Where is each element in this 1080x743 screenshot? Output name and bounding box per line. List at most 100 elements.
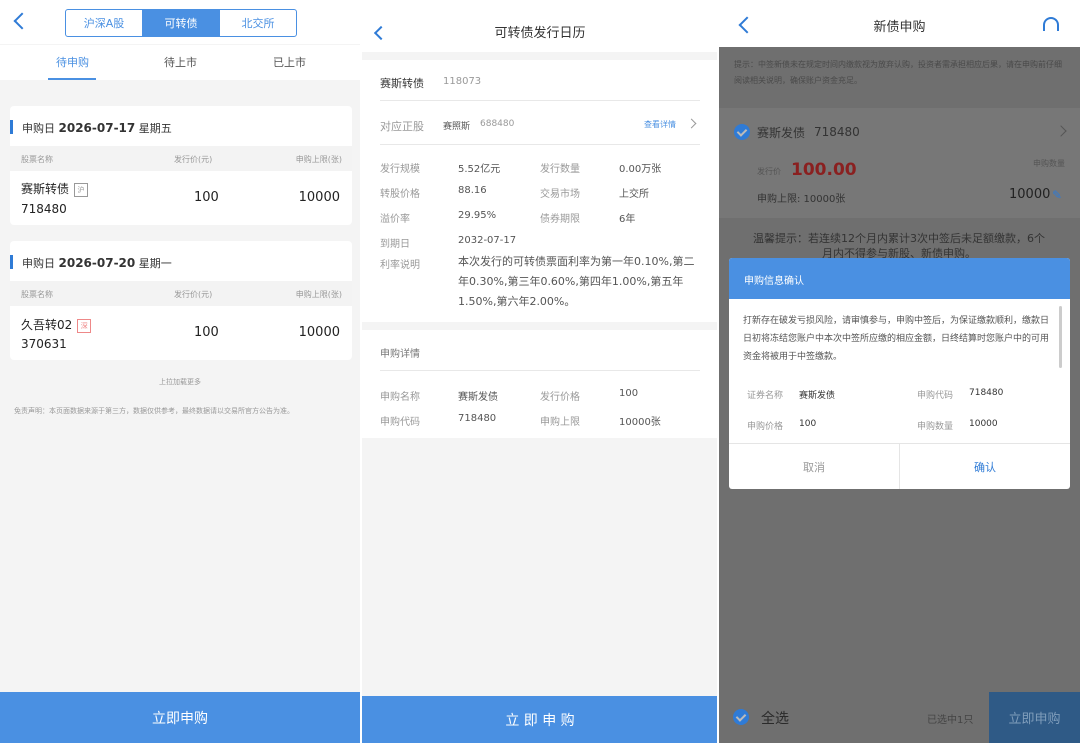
info-value: 88.16 bbox=[458, 185, 487, 196]
col-name: 股票名称 bbox=[21, 155, 53, 164]
item-code: 718480 bbox=[814, 125, 860, 139]
subscribe-limit: 申购上限: 10000张 bbox=[757, 194, 846, 205]
info-key: 申购代码 bbox=[380, 417, 420, 428]
panel-divider bbox=[717, 0, 719, 743]
select-all-label[interactable]: 全选 bbox=[761, 708, 789, 728]
column-header: 股票名称 发行价(元) 申购上限(张) bbox=[10, 146, 352, 171]
confirm-button[interactable]: 确认 bbox=[900, 444, 1070, 489]
dialog-message: 打新存在破发亏损风险，请审慎参与，申购中签后，为保证缴款顺利，缴款日日初将冻结您… bbox=[743, 316, 1050, 362]
info-key: 交易市场 bbox=[540, 189, 580, 200]
field-key: 申购代码 bbox=[917, 391, 954, 401]
subscribe-now-button[interactable]: 立即申购 bbox=[989, 692, 1080, 743]
pull-more-hint: 上拉加载更多 bbox=[159, 378, 201, 386]
warning-text: 温馨提示：若连续12个月内累计3次中签后未足额缴款，6个月内不得参与新股、新债申… bbox=[753, 232, 1045, 260]
stock-code: 688480 bbox=[480, 119, 515, 129]
edit-icon[interactable]: ✎ bbox=[1052, 189, 1064, 201]
info-key: 溢价率 bbox=[380, 214, 410, 225]
weekday: 星期一 bbox=[138, 257, 172, 270]
weekday: 星期五 bbox=[138, 122, 172, 135]
bond-name: 久吾转02 深 bbox=[21, 316, 92, 333]
info-value: 赛斯发债 bbox=[458, 392, 498, 403]
info-key: 发行规模 bbox=[380, 164, 420, 175]
bond-name: 赛斯转债 bbox=[380, 77, 424, 90]
subscribe-now-button[interactable]: 立即申购 bbox=[0, 692, 360, 743]
selected-count: 已选中1只 bbox=[927, 715, 974, 726]
market-segment: 沪深A股 可转债 北交所 bbox=[65, 9, 297, 37]
top-bar: 新债申购 bbox=[719, 0, 1080, 47]
bond-card[interactable]: 申购日 2026-07-20 星期一 股票名称 发行价(元) 申购上限(张) 久… bbox=[10, 241, 352, 360]
info-key: 申购上限 bbox=[540, 417, 580, 428]
chevron-right-icon[interactable] bbox=[1055, 125, 1067, 137]
bond-list-panel: 沪深A股 可转债 北交所 待申购 待上市 已上市 申购日 2026-07-17 … bbox=[0, 0, 360, 743]
info-value: 100 bbox=[619, 388, 639, 399]
active-tab-underline bbox=[48, 78, 96, 80]
field-value: 100 bbox=[799, 419, 817, 429]
segment-convertible[interactable]: 可转债 bbox=[143, 10, 220, 36]
issue-price: 100.00 bbox=[791, 160, 857, 180]
stock-label: 对应正股 bbox=[380, 120, 424, 133]
col-name: 股票名称 bbox=[21, 290, 53, 299]
col-price: 发行价(元) bbox=[174, 155, 213, 164]
select-all-checkbox-icon[interactable] bbox=[733, 709, 749, 725]
subscribe-limit: 10000 bbox=[298, 325, 340, 340]
page-title: 新债申购 bbox=[873, 20, 926, 35]
info-value: 6年 bbox=[619, 214, 636, 225]
col-limit: 申购上限(张) bbox=[295, 155, 342, 164]
info-value: 29.95% bbox=[458, 210, 497, 221]
scrollbar[interactable] bbox=[1059, 306, 1062, 368]
info-value: 5.52亿元 bbox=[458, 164, 501, 175]
bond-card[interactable]: 申购日 2026-07-17 星期五 股票名称 发行价(元) 申购上限(张) 赛… bbox=[10, 106, 352, 225]
chevron-right-icon[interactable] bbox=[686, 118, 697, 129]
new-bond-subscribe-panel: 新债申购 提示：中签新债未在规定时间内缴款视为放弃认购，投资者需承担相应后果，请… bbox=[719, 0, 1080, 743]
market-tag: 深 bbox=[77, 318, 92, 333]
field-key: 申购数量 bbox=[917, 422, 954, 432]
qty-label: 申购数量 bbox=[1033, 159, 1065, 168]
rate-description: 本次发行的可转债票面利率为第一年0.10%,第二年0.30%,第三年0.60%,… bbox=[458, 255, 695, 308]
accent-bar bbox=[10, 120, 13, 134]
segment-bse[interactable]: 北交所 bbox=[220, 10, 296, 36]
issue-price: 100 bbox=[194, 190, 219, 205]
date-prefix: 申购日 bbox=[22, 122, 55, 135]
tab-pending-listing[interactable]: 待上市 bbox=[164, 54, 197, 70]
maturity-date: 2032-07-17 bbox=[458, 235, 517, 246]
top-bar: 可转债发行日历 bbox=[362, 0, 718, 52]
info-value: 10000张 bbox=[619, 417, 661, 428]
view-detail-link[interactable]: 查看详情 bbox=[644, 119, 676, 130]
bond-code: 118073 bbox=[443, 76, 482, 87]
date-prefix: 申购日 bbox=[22, 257, 55, 270]
tab-pending-subscribe[interactable]: 待申购 bbox=[56, 54, 89, 70]
tab-listed[interactable]: 已上市 bbox=[273, 54, 306, 70]
subscribe-detail-section: 申购详情 申购名称 赛斯发债 发行价格 100 申购代码 718480 申购上限… bbox=[362, 330, 718, 438]
subscribe-date: 2026-07-20 bbox=[58, 256, 136, 270]
disclaimer: 免责声明：本页面数据来源于第三方，数据仅供参考，最终数据请以交易所官方公告为准。 bbox=[14, 407, 294, 415]
field-key: 证券名称 bbox=[747, 391, 784, 401]
bond-item[interactable]: 赛斯发债 718480 发行价 100.00 申购数量 申购上限: 10000张… bbox=[719, 108, 1080, 218]
checkbox-checked-icon[interactable] bbox=[734, 124, 750, 140]
confirm-dialog: 申购信息确认 打新存在破发亏损风险，请审慎参与，申购中签后，为保证缴款顺利，缴款… bbox=[729, 258, 1070, 489]
info-value: 718480 bbox=[458, 413, 497, 424]
bottom-bar: 全选 已选中1只 立即申购 bbox=[719, 692, 1080, 743]
accent-bar bbox=[10, 255, 13, 269]
headset-icon[interactable] bbox=[1043, 17, 1059, 31]
segment-a-share[interactable]: 沪深A股 bbox=[66, 10, 143, 36]
info-key: 发行数量 bbox=[540, 164, 580, 175]
qty-value[interactable]: 10000 bbox=[1009, 187, 1050, 202]
field-value: 赛斯发债 bbox=[799, 391, 836, 401]
status-tabs: 待申购 待上市 已上市 bbox=[0, 45, 360, 80]
stock-name: 赛照斯 bbox=[443, 122, 471, 132]
issue-price: 100 bbox=[194, 325, 219, 340]
bond-calendar-panel: 可转债发行日历 赛斯转债 118073 对应正股 赛照斯 688480 查看详情… bbox=[362, 0, 718, 743]
notice-text: 提示：中签新债未在规定时间内缴款视为放弃认购，投资者需承担相应后果，请在申购前仔… bbox=[734, 60, 1062, 85]
bond-name: 赛斯转债沪 bbox=[21, 180, 89, 197]
item-name: 赛斯发债 bbox=[757, 126, 806, 140]
cancel-button[interactable]: 取消 bbox=[729, 444, 899, 489]
card-header: 申购日 2026-07-17 星期五 bbox=[10, 106, 352, 146]
subscribe-date: 2026-07-17 bbox=[58, 121, 136, 135]
info-value: 上交所 bbox=[619, 189, 649, 200]
back-icon[interactable] bbox=[13, 12, 31, 30]
panel-divider bbox=[360, 0, 362, 743]
bond-code: 370631 bbox=[21, 337, 67, 351]
subscribe-now-button[interactable]: 立 即 申 购 bbox=[362, 696, 718, 743]
info-key: 转股价格 bbox=[380, 189, 420, 200]
price-label: 发行价 bbox=[757, 167, 781, 176]
